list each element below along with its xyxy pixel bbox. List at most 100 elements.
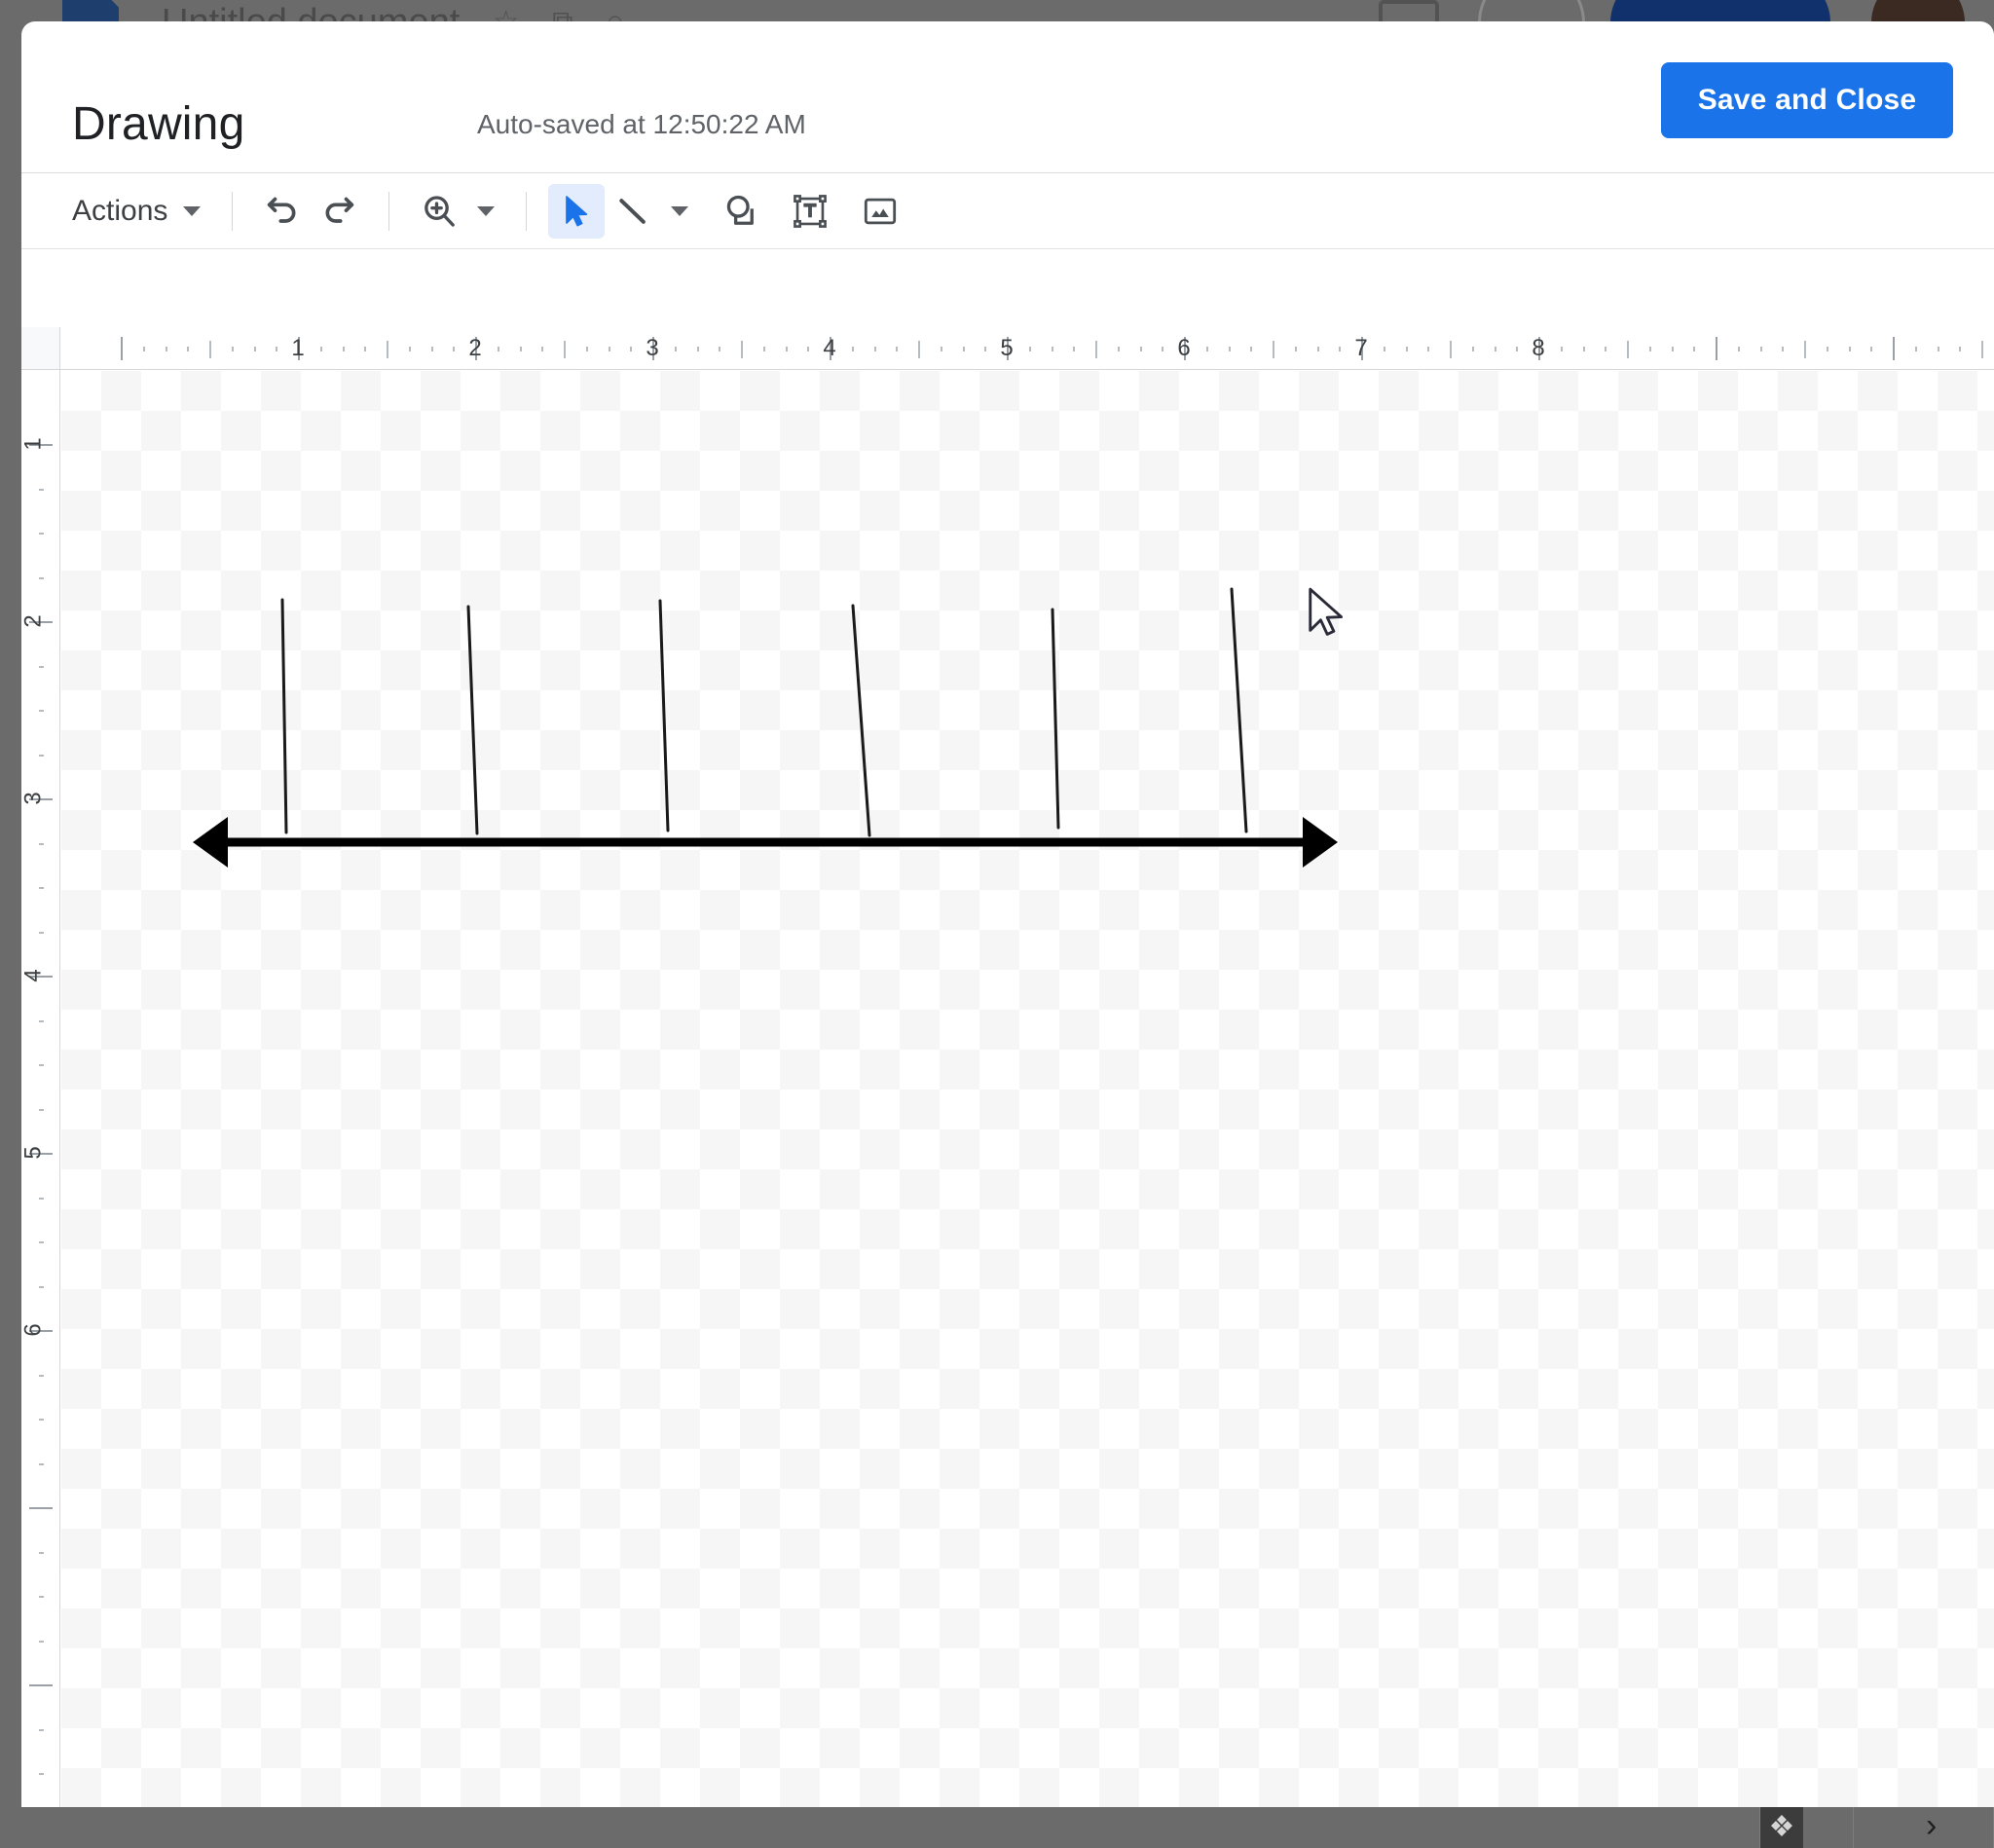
ruler-minor-tick xyxy=(342,347,345,351)
tick-mark-line[interactable] xyxy=(280,598,288,834)
ruler-minor-tick xyxy=(719,347,721,351)
ruler-minor-tick xyxy=(39,488,44,491)
toolbar-divider xyxy=(232,191,234,231)
line-tool-button[interactable] xyxy=(605,184,661,239)
ruler-minor-tick xyxy=(962,347,965,351)
actions-menu[interactable]: Actions xyxy=(60,184,210,239)
ruler-half-tick xyxy=(741,341,743,358)
ruler-minor-tick xyxy=(430,347,433,351)
ruler-minor-tick xyxy=(165,347,167,351)
ruler-major-tick xyxy=(1716,337,1717,360)
ruler-half-tick xyxy=(1981,341,1983,358)
sparkle-icon[interactable]: ❖ xyxy=(1760,1807,1803,1848)
ruler-minor-tick xyxy=(1028,347,1031,351)
autosave-status: Auto-saved at 12:50:22 AM xyxy=(477,109,806,139)
ruler-minor-tick xyxy=(1782,347,1785,351)
ruler-minor-tick xyxy=(39,887,44,889)
ruler-minor-tick xyxy=(142,347,145,351)
ruler-minor-tick xyxy=(39,842,44,845)
undo-button[interactable] xyxy=(254,184,311,239)
tick-mark-line[interactable] xyxy=(1230,587,1248,833)
ruler-minor-tick xyxy=(276,347,278,351)
ruler-minor-tick xyxy=(1737,347,1740,351)
ruler-label: 6 xyxy=(1177,335,1191,361)
ruler-minor-tick xyxy=(39,1551,44,1554)
ruler-minor-tick xyxy=(1848,347,1851,351)
toolbar-divider xyxy=(388,191,390,231)
ruler-minor-tick xyxy=(807,347,810,351)
ruler-label: 8 xyxy=(1532,335,1545,361)
zoom-button[interactable] xyxy=(411,184,467,239)
save-and-close-button[interactable]: Save and Close xyxy=(1661,62,1953,138)
ruler-minor-tick xyxy=(39,1462,44,1465)
ruler-minor-tick xyxy=(39,710,44,712)
ruler-minor-tick xyxy=(39,576,44,579)
ruler-half-tick xyxy=(387,341,388,358)
ruler-half-tick xyxy=(1804,341,1806,358)
tick-mark-line[interactable] xyxy=(1051,608,1060,830)
ruler-minor-tick xyxy=(1516,347,1519,351)
ruler-minor-tick xyxy=(39,1197,44,1200)
ruler-minor-tick xyxy=(1560,347,1563,351)
ruler-minor-tick xyxy=(674,347,677,351)
ruler-minor-tick xyxy=(851,347,854,351)
ruler-minor-tick xyxy=(873,347,876,351)
drawing-canvas[interactable] xyxy=(61,371,1994,1807)
shape-tool-button[interactable] xyxy=(712,184,768,239)
drawing-toolbar: Actions xyxy=(21,173,1994,249)
ruler-major-tick xyxy=(1893,337,1895,360)
chevron-right-icon[interactable]: › xyxy=(1926,1807,1937,1845)
redo-button[interactable] xyxy=(311,184,367,239)
ruler-minor-tick xyxy=(39,754,44,757)
ruler-minor-tick xyxy=(187,347,190,351)
ruler-label: 4 xyxy=(21,969,47,982)
ruler-minor-tick xyxy=(984,347,987,351)
ruler-half-tick xyxy=(1627,341,1629,358)
arrowhead-right[interactable] xyxy=(1303,817,1338,868)
horizontal-ruler[interactable]: 1 2 3 4 5 6 7 8 xyxy=(60,327,1994,370)
ruler-label: 3 xyxy=(21,792,47,805)
ruler-label: 3 xyxy=(646,335,659,361)
ruler-minor-tick xyxy=(231,347,234,351)
arrowhead-left[interactable] xyxy=(193,817,228,868)
ruler-half-tick xyxy=(1450,341,1452,358)
drawing-dialog: Drawing Auto-saved at 12:50:22 AM Save a… xyxy=(21,21,1994,1807)
ruler-minor-tick xyxy=(39,1596,44,1598)
ruler-minor-tick xyxy=(1605,347,1607,351)
ruler-minor-tick xyxy=(1427,347,1430,351)
ruler-minor-tick xyxy=(1073,347,1076,351)
ruler-corner xyxy=(21,327,60,370)
text-box-tool-button[interactable] xyxy=(782,184,838,239)
backdrop-bottom-strip xyxy=(0,1807,1994,1848)
chevron-down-icon[interactable] xyxy=(477,205,496,216)
ruler-minor-tick xyxy=(1937,347,1939,351)
image-tool-button[interactable] xyxy=(852,184,908,239)
tick-mark-line[interactable] xyxy=(466,605,479,835)
ruler-half-tick xyxy=(918,341,920,358)
ruler-minor-tick xyxy=(497,347,499,351)
toolbar-divider xyxy=(526,191,528,231)
ruler-minor-tick xyxy=(785,347,788,351)
ruler-minor-tick xyxy=(253,347,256,351)
ruler-half-tick xyxy=(1273,341,1274,358)
tick-mark-line[interactable] xyxy=(851,604,871,837)
ruler-label: 1 xyxy=(291,335,305,361)
ruler-minor-tick xyxy=(896,347,899,351)
ruler-label: 2 xyxy=(468,335,482,361)
ruler-minor-tick xyxy=(39,1285,44,1288)
tick-mark-line[interactable] xyxy=(658,599,670,832)
ruler-minor-tick xyxy=(1294,347,1297,351)
ruler-minor-tick xyxy=(1339,347,1342,351)
vertical-ruler[interactable]: 1 2 3 4 5 6 xyxy=(21,370,60,1807)
ruler-minor-tick xyxy=(1405,347,1408,351)
actions-menu-label: Actions xyxy=(72,194,168,227)
ruler-label: 1 xyxy=(21,437,47,451)
drawing-shapes xyxy=(193,587,1338,868)
ruler-minor-tick xyxy=(1205,347,1208,351)
ruler-minor-tick xyxy=(1139,347,1142,351)
ruler-minor-tick xyxy=(39,1108,44,1111)
ruler-minor-tick xyxy=(1693,347,1696,351)
chevron-down-icon[interactable] xyxy=(671,205,689,216)
select-tool-button[interactable] xyxy=(548,183,606,239)
ruler-minor-tick xyxy=(1494,347,1496,351)
